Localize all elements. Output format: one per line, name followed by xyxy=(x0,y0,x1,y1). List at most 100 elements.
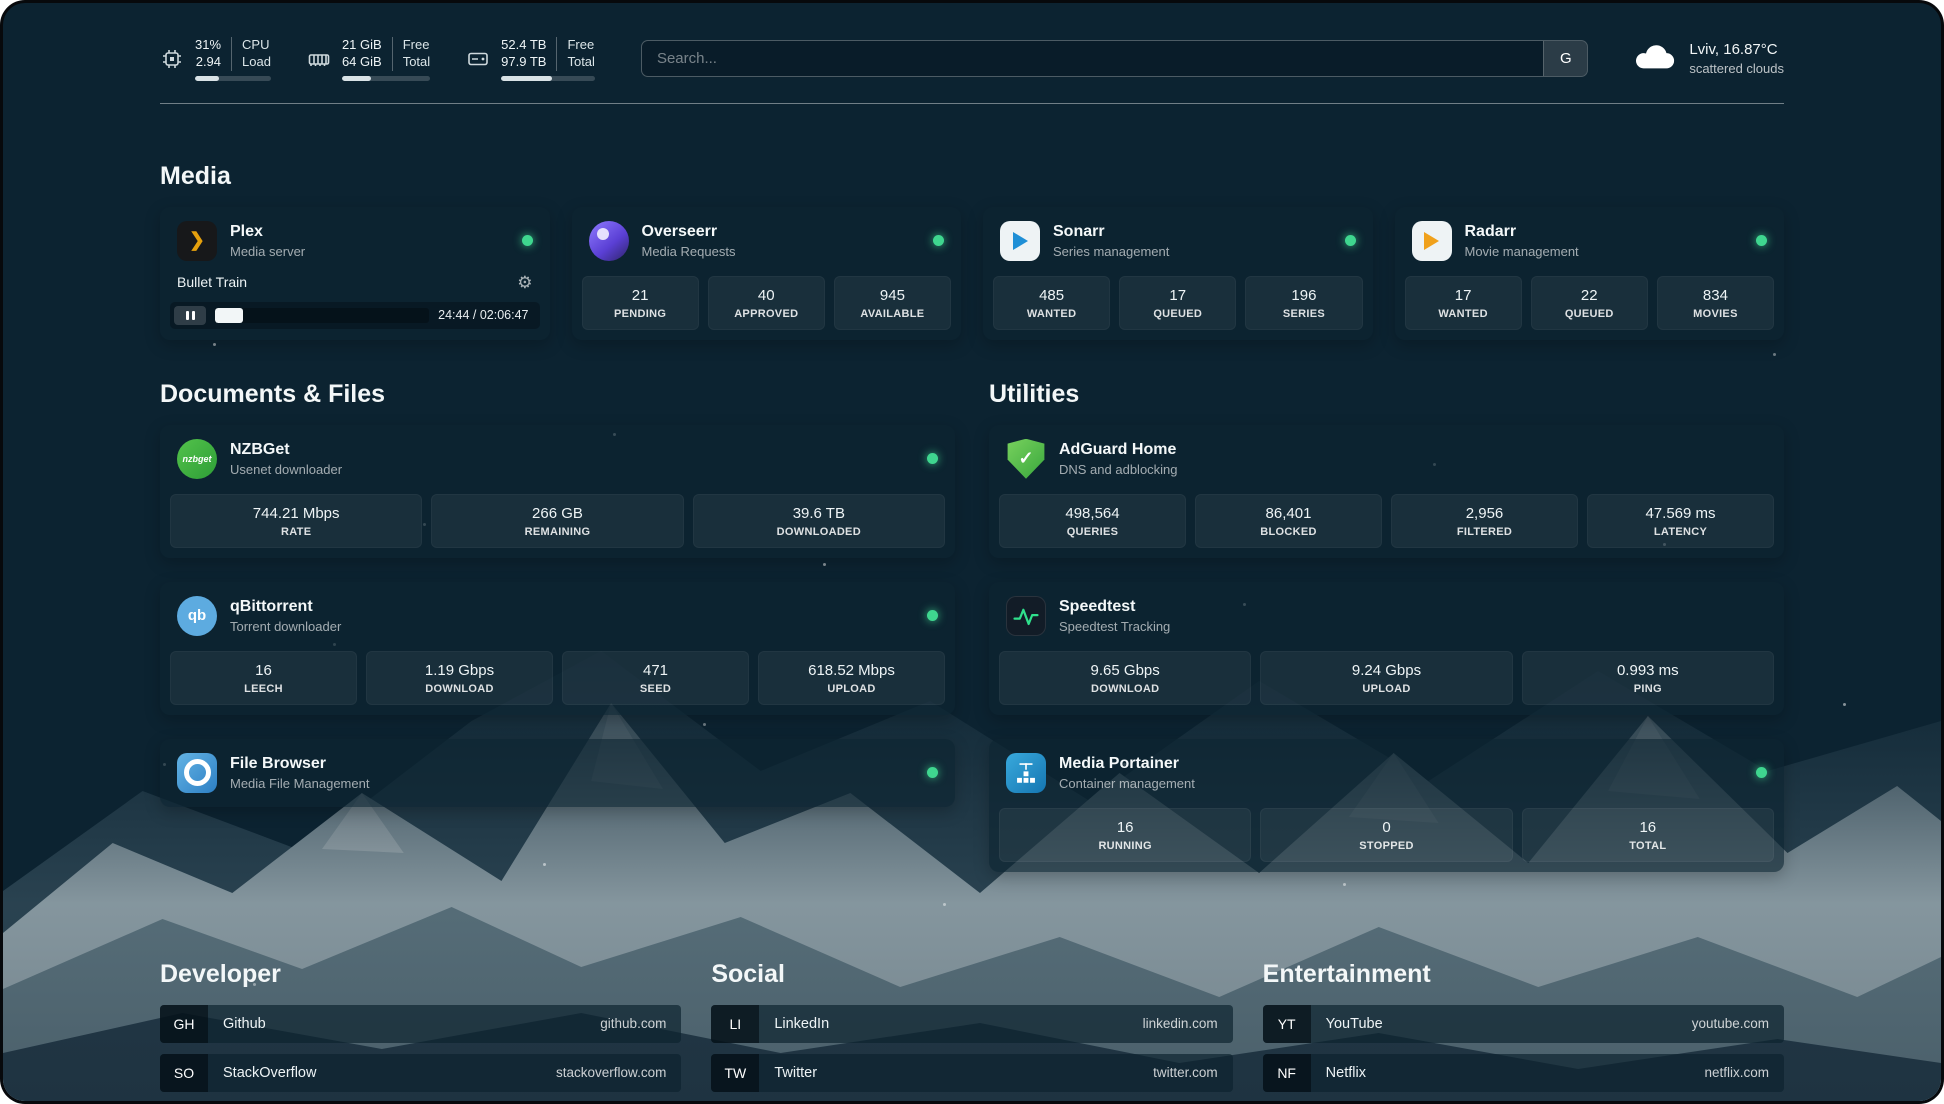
service-description: Usenet downloader xyxy=(230,462,342,477)
bookmark-url: stackoverflow.com xyxy=(556,1065,681,1080)
stat-queued: 22QUEUED xyxy=(1531,276,1648,330)
weather-widget: Lviv, 16.87°C scattered clouds xyxy=(1634,40,1784,78)
service-card-nzbget: nzbget NZBGet Usenet downloader 744.21 M… xyxy=(160,425,955,558)
ram-progress-fill xyxy=(342,76,371,81)
bookmark-github[interactable]: GH Github github.com xyxy=(160,1005,681,1043)
service-sonarr-link[interactable]: Sonarr Series management xyxy=(993,217,1363,265)
cpu-metric-body: 31% 2.94 CPU Load xyxy=(195,37,271,81)
top-bar: 31% 2.94 CPU Load xyxy=(160,37,1784,81)
section-title-documents: Documents & Files xyxy=(160,380,955,409)
stat-seed: 471SEED xyxy=(562,651,749,705)
plex-icon: ❯ xyxy=(177,221,217,261)
service-card-portainer: Media Portainer Container management 16R… xyxy=(989,739,1784,872)
bookmark-name: Netflix xyxy=(1311,1065,1366,1081)
stat-download: 1.19 GbpsDOWNLOAD xyxy=(366,651,553,705)
service-qbittorrent-link[interactable]: qb qBittorrent Torrent downloader xyxy=(170,592,945,640)
stat-upload: 9.24 GbpsUPLOAD xyxy=(1260,651,1512,705)
section-media: Media ❯ Plex Media server Bullet Train xyxy=(160,162,1784,340)
service-nzbget-link[interactable]: nzbget NZBGet Usenet downloader xyxy=(170,435,945,483)
stat-download: 9.65 GbpsDOWNLOAD xyxy=(999,651,1251,705)
bookmark-name: Github xyxy=(208,1016,266,1032)
service-card-plex: ❯ Plex Media server Bullet Train ⚙ xyxy=(160,207,550,340)
cpu-progress-fill xyxy=(195,76,219,81)
plex-now-playing-row: Bullet Train ⚙ xyxy=(170,272,540,293)
section-title-social: Social xyxy=(711,960,1232,989)
bookmark-linkedin[interactable]: LI LinkedIn linkedin.com xyxy=(711,1005,1232,1043)
plex-playback-bar: 24:44 / 02:06:47 xyxy=(170,302,540,329)
stat-upload: 618.52 MbpsUPLOAD xyxy=(758,651,945,705)
disk-progress-track xyxy=(501,76,595,81)
cpu-metric: 31% 2.94 CPU Load xyxy=(160,37,271,81)
bookmark-name: YouTube xyxy=(1311,1016,1383,1032)
service-speedtest-link[interactable]: Speedtest Speedtest Tracking xyxy=(999,592,1774,640)
ram-metric-body: 21 GiB 64 GiB Free Total xyxy=(342,37,430,81)
bookmark-url: netflix.com xyxy=(1704,1065,1784,1080)
stat-movies: 834MOVIES xyxy=(1657,276,1774,330)
status-online-dot xyxy=(927,767,938,778)
service-card-speedtest: Speedtest Speedtest Tracking 9.65 GbpsDO… xyxy=(989,582,1784,715)
service-name: Overseerr xyxy=(642,223,736,241)
section-title-media: Media xyxy=(160,162,1784,191)
service-name: Media Portainer xyxy=(1059,755,1195,773)
status-online-dot xyxy=(522,235,533,246)
stat-remaining: 266 GBREMAINING xyxy=(431,494,683,548)
stat-blocked: 86,401BLOCKED xyxy=(1195,494,1382,548)
bookmark-group-entertainment: Entertainment YT YouTube youtube.com NF … xyxy=(1263,960,1784,1101)
bookmark-twitter[interactable]: TW Twitter twitter.com xyxy=(711,1054,1232,1092)
service-plex-link[interactable]: ❯ Plex Media server xyxy=(170,217,540,265)
section-title-developer: Developer xyxy=(160,960,681,989)
playback-progress-track[interactable] xyxy=(215,308,429,323)
disk-free-label: Free xyxy=(567,37,594,54)
service-filebrowser-link[interactable]: File Browser Media File Management xyxy=(170,749,945,797)
bookmark-name: Twitter xyxy=(759,1065,817,1081)
stat-approved: 40APPROVED xyxy=(708,276,825,330)
service-name: Speedtest xyxy=(1059,598,1170,616)
qbittorrent-icon: qb xyxy=(177,596,217,636)
bookmark-abbr: GH xyxy=(160,1005,208,1043)
bookmark-abbr: SO xyxy=(160,1054,208,1092)
stat-rate: 744.21 MbpsRATE xyxy=(170,494,422,548)
bookmark-url: twitter.com xyxy=(1153,1065,1233,1080)
weather-condition: scattered clouds xyxy=(1689,60,1784,78)
bookmark-name: StackOverflow xyxy=(208,1065,316,1081)
status-online-dot xyxy=(927,453,938,464)
search-input[interactable] xyxy=(642,41,1543,76)
disk-total-value: 97.9 TB xyxy=(501,54,546,71)
service-name: Plex xyxy=(230,223,305,241)
service-name: Radarr xyxy=(1465,223,1579,241)
service-radarr-link[interactable]: Radarr Movie management xyxy=(1405,217,1775,265)
gear-icon[interactable]: ⚙ xyxy=(517,274,532,291)
ram-free-value: 21 GiB xyxy=(342,37,382,54)
service-adguard-link[interactable]: ✓ AdGuard Home DNS and adblocking xyxy=(999,435,1774,483)
stat-leech: 16LEECH xyxy=(170,651,357,705)
bookmark-url: github.com xyxy=(600,1016,681,1031)
system-metrics: 31% 2.94 CPU Load xyxy=(160,37,595,81)
service-overseerr-link[interactable]: Overseerr Media Requests xyxy=(582,217,952,265)
ram-total-label: Total xyxy=(403,54,430,71)
service-description: Speedtest Tracking xyxy=(1059,619,1170,634)
stat-total: 16TOTAL xyxy=(1522,808,1774,862)
bookmark-youtube[interactable]: YT YouTube youtube.com xyxy=(1263,1005,1784,1043)
cpu-usage-label: CPU xyxy=(242,37,269,54)
service-card-qbittorrent: qb qBittorrent Torrent downloader 16LEEC… xyxy=(160,582,955,715)
bookmark-stackoverflow[interactable]: SO StackOverflow stackoverflow.com xyxy=(160,1054,681,1092)
status-online-dot xyxy=(933,235,944,246)
stat-stopped: 0STOPPED xyxy=(1260,808,1512,862)
section-documents-files: Documents & Files nzbget NZBGet Usenet d… xyxy=(160,380,955,896)
bookmark-netflix[interactable]: NF Netflix netflix.com xyxy=(1263,1054,1784,1092)
bookmark-abbr: TW xyxy=(711,1054,759,1092)
search-provider-button[interactable]: G xyxy=(1543,41,1587,76)
stat-available: 945AVAILABLE xyxy=(834,276,951,330)
cpu-progress-track xyxy=(195,76,271,81)
section-utilities: Utilities ✓ AdGuard Home DNS and adblock… xyxy=(989,380,1784,896)
stat-filtered: 2,956FILTERED xyxy=(1391,494,1578,548)
pause-icon[interactable] xyxy=(174,306,206,325)
ram-progress-track xyxy=(342,76,430,81)
service-description: Container management xyxy=(1059,776,1195,791)
bookmark-group-social: Social LI LinkedIn linkedin.com TW Twitt… xyxy=(711,960,1232,1101)
service-portainer-link[interactable]: Media Portainer Container management xyxy=(999,749,1774,797)
disk-metric: 52.4 TB 97.9 TB Free Total xyxy=(466,37,595,81)
ram-total-value: 64 GiB xyxy=(342,54,382,71)
playback-progress-fill xyxy=(215,308,243,323)
bookmark-abbr: NF xyxy=(1263,1054,1311,1092)
